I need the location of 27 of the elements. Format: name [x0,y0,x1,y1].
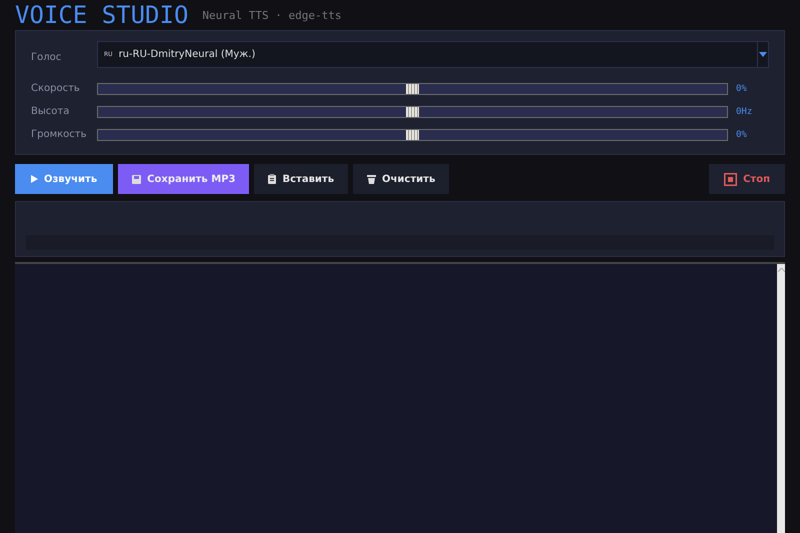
voice-label: Голос [31,52,62,63]
scroll-up-icon [778,268,784,272]
app-title: VOICE STUDIO [15,2,188,28]
save-button[interactable]: Сохранить MP3 [118,164,250,194]
slider-track[interactable] [97,82,728,94]
slider-track[interactable] [97,128,728,140]
text-input[interactable] [15,264,777,533]
stop-button[interactable]: Стоп [709,164,785,194]
play-icon [31,175,38,183]
app-subtitle: Neural TTS · edge-tts [202,8,342,22]
slider-label: Громкость [31,129,88,140]
slider-label: Скорость [31,83,81,94]
stop-icon [724,172,738,186]
paste-button[interactable]: Вставить [254,164,348,194]
slider-value: 0% [736,130,747,140]
dropdown-arrow-icon [759,52,767,57]
slider-value: 0Hz [736,106,752,116]
slider-value: 0% [736,84,747,94]
slider-thumb[interactable] [406,84,418,94]
slider-label: Высота [31,106,70,117]
clipboard-icon [268,174,276,184]
slider-track[interactable] [97,106,728,118]
trash-icon [367,174,376,184]
slider-thumb[interactable] [406,106,418,116]
slider-thumb[interactable] [406,130,418,140]
clear-button[interactable]: Очистить [353,164,450,194]
scrollbar[interactable] [777,264,785,533]
